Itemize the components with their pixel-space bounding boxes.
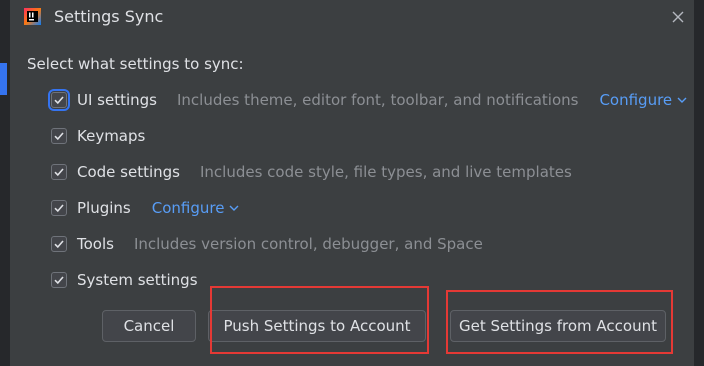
background-selection-accent [0, 63, 7, 95]
ui-settings-checkbox[interactable] [48, 89, 70, 111]
ui-settings-label[interactable]: UI settings [77, 91, 157, 109]
settings-sync-dialog: Settings Sync Select what settings to sy… [10, 0, 694, 366]
check-icon [54, 276, 64, 285]
sync-option-keymaps: Keymaps [51, 124, 145, 148]
dialog-title: Settings Sync [54, 7, 164, 26]
plugins-checkbox[interactable] [51, 200, 67, 216]
check-icon [54, 132, 64, 141]
keymaps-label[interactable]: Keymaps [77, 127, 145, 145]
background-window-left [0, 0, 10, 366]
sync-option-plugins: Plugins Configure [51, 196, 239, 220]
configure-label[interactable]: Configure [599, 91, 672, 109]
chevron-down-icon [677, 97, 687, 103]
title-bar: Settings Sync [10, 0, 694, 34]
check-icon [54, 168, 64, 177]
check-icon [54, 240, 64, 249]
push-settings-button[interactable]: Push Settings to Account [208, 310, 426, 342]
plugins-label[interactable]: Plugins [77, 199, 131, 217]
code-settings-checkbox[interactable] [51, 164, 67, 180]
system-settings-label[interactable]: System settings [77, 271, 198, 289]
keymaps-checkbox[interactable] [51, 128, 67, 144]
check-icon [54, 96, 64, 105]
system-settings-checkbox[interactable] [51, 272, 67, 288]
background-window-right [694, 0, 704, 366]
cancel-button[interactable]: Cancel [102, 310, 196, 342]
sync-option-ui-settings: UI settings Includes theme, editor font,… [48, 88, 687, 112]
tools-label[interactable]: Tools [77, 235, 114, 253]
tools-description: Includes version control, debugger, and … [133, 235, 483, 253]
sync-option-system-settings: System settings [51, 268, 198, 292]
sync-option-code-settings: Code settings Includes code style, file … [51, 160, 572, 184]
configure-label[interactable]: Configure [152, 199, 225, 217]
chevron-down-icon [229, 205, 239, 211]
code-settings-description: Includes code style, file types, and liv… [200, 163, 572, 181]
sync-option-tools: Tools Includes version control, debugger… [51, 232, 483, 256]
close-icon[interactable] [670, 9, 686, 25]
ui-settings-configure-link[interactable]: Configure [599, 91, 687, 109]
intellij-idea-icon [24, 8, 41, 25]
code-settings-label[interactable]: Code settings [77, 163, 180, 181]
plugins-configure-link[interactable]: Configure [152, 199, 240, 217]
ui-settings-description: Includes theme, editor font, toolbar, an… [177, 91, 579, 109]
check-icon [54, 204, 64, 213]
get-settings-button[interactable]: Get Settings from Account [450, 310, 666, 342]
tools-checkbox[interactable] [51, 236, 67, 252]
section-label: Select what settings to sync: [27, 55, 244, 73]
